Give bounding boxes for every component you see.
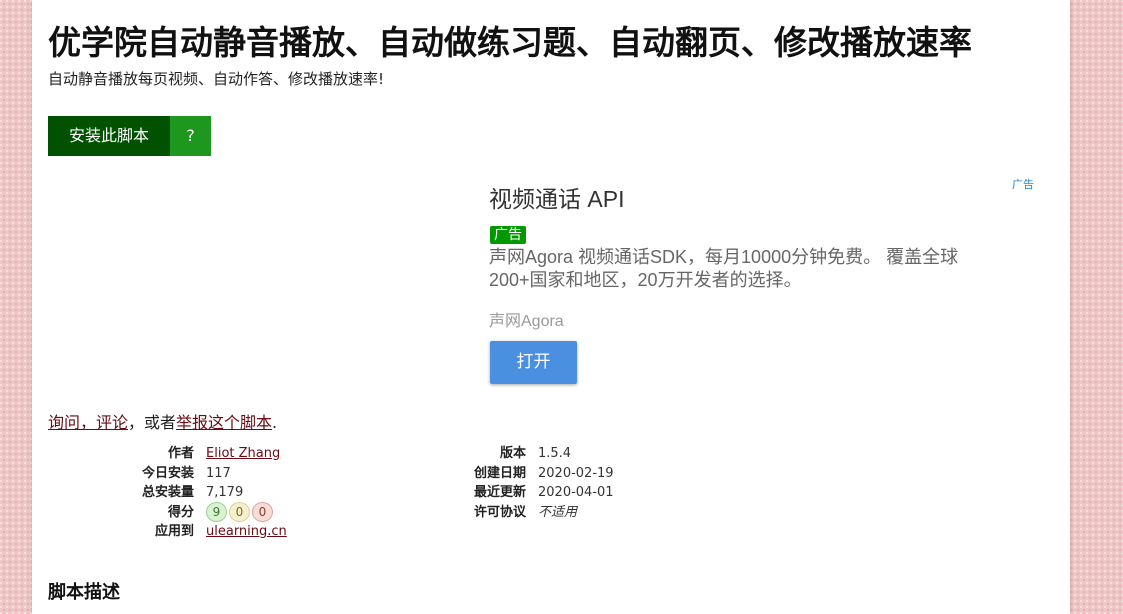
version-label: 版本 <box>499 446 526 461</box>
feedback-middle-text: ，或者 <box>128 413 177 432</box>
license-value: 不适用 <box>538 504 578 520</box>
license-label: 许可协议 <box>473 504 526 520</box>
today-installs-value: 117 <box>206 465 231 481</box>
author-link[interactable]: Eliot Zhang <box>206 444 280 464</box>
script-version-info: 版本 1.5.4 创建日期 2020-02-19 最近更新 2020-04-01… <box>430 444 614 522</box>
script-subtitle: 自动静音播放每页视频、自动作答、修改播放速率! <box>48 70 385 88</box>
install-script-button[interactable]: 安装此脚本 <box>48 116 170 156</box>
total-installs-value: 7,179 <box>206 485 244 500</box>
ad-open-button[interactable]: 打开 <box>490 341 577 384</box>
rating-ok-badge[interactable]: 0 <box>229 502 250 523</box>
script-stats: 作者 Eliot Zhang 今日安装 117 总安装量 7,179 得分 9 … <box>100 444 287 542</box>
install-group: 安装此脚本 ? <box>48 116 211 156</box>
meta-row-author: 作者 Eliot Zhang <box>100 444 287 464</box>
ad-badge: 广告 <box>490 226 526 244</box>
ask-comment-link[interactable]: 询问，评论 <box>48 413 128 432</box>
total-installs-label: 总安装量 <box>141 485 194 500</box>
meta-row-total: 总安装量 7,179 <box>100 483 287 503</box>
meta-row-score: 得分 9 0 0 <box>100 502 287 523</box>
today-installs-label: 今日安装 <box>141 465 194 481</box>
feedback-end-text: . <box>272 413 278 432</box>
meta-row-today: 今日安装 117 <box>100 464 287 484</box>
ad-mark-link[interactable]: 广告 <box>1012 176 1034 192</box>
meta-row-created: 创建日期 2020-02-19 <box>430 464 614 484</box>
ad-title[interactable]: 视频通话 API <box>489 180 624 214</box>
meta-row-version: 版本 1.5.4 <box>430 444 614 464</box>
author-label: 作者 <box>167 446 194 461</box>
description-heading: 脚本描述 <box>48 582 120 603</box>
script-title: 优学院自动静音播放、自动做练习题、自动翻页、修改播放速率 <box>48 23 972 62</box>
report-script-link[interactable]: 举报这个脚本 <box>176 413 272 432</box>
ad-description: 声网Agora 视频通话SDK，每月10000分钟免费。 覆盖全球200+国家和… <box>489 247 959 290</box>
meta-row-license: 许可协议 不适用 <box>430 503 614 523</box>
updated-date-value: 2020-04-01 <box>538 485 614 500</box>
install-help-button[interactable]: ? <box>170 116 211 156</box>
created-date-label: 创建日期 <box>473 465 526 481</box>
ad-source: 声网Agora <box>489 313 564 330</box>
meta-row-applies: 应用到 ulearning.cn <box>100 522 287 542</box>
version-value: 1.5.4 <box>538 446 572 461</box>
updated-date-label: 最近更新 <box>473 485 526 500</box>
feedback-line: 询问，评论，或者举报这个脚本. <box>48 409 277 433</box>
rating-good-badge[interactable]: 9 <box>206 502 227 523</box>
created-date-value: 2020-02-19 <box>538 465 614 481</box>
applies-to-label: 应用到 <box>154 524 194 539</box>
meta-row-updated: 最近更新 2020-04-01 <box>430 483 614 503</box>
score-label: 得分 <box>167 504 194 520</box>
rating-bad-badge[interactable]: 0 <box>252 502 273 523</box>
applies-to-link[interactable]: ulearning.cn <box>206 522 287 542</box>
